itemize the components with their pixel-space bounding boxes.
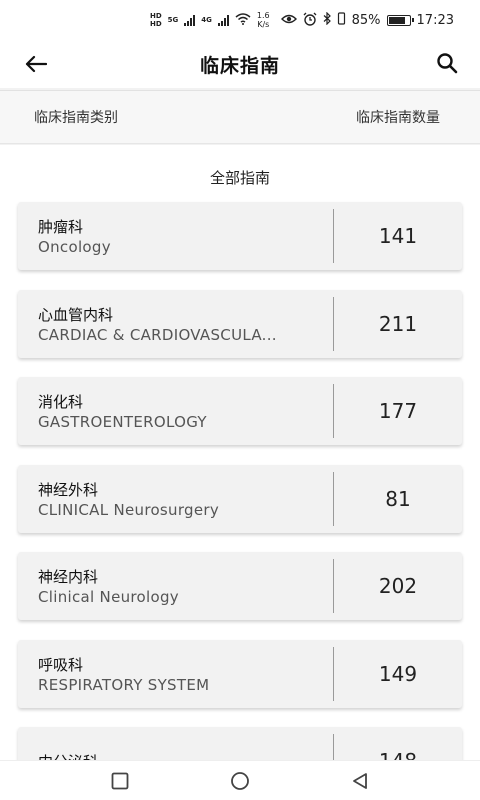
category-count: 148: [334, 749, 462, 760]
category-name-en: GASTROENTEROLOGY: [38, 413, 207, 431]
column-header: 临床指南类别 临床指南数量: [0, 90, 480, 144]
category-card-respiratory[interactable]: 呼吸科 RESPIRATORY SYSTEM 149: [18, 640, 462, 708]
search-icon: [437, 53, 458, 74]
circle-icon: [231, 771, 249, 790]
category-name-cn: 内分泌科: [38, 752, 333, 760]
category-name-en: RESPIRATORY SYSTEM: [38, 676, 210, 694]
battery-level: [388, 16, 405, 24]
category-names: 神经内科 Clinical Neurology: [18, 565, 333, 607]
status-bar: HD HD 5G 4G 1.6 K/s 85% 17:23: [0, 0, 480, 40]
category-name-en: CARDIAC & CARDIOVASCULA...: [38, 326, 277, 344]
clock: 17:23: [416, 12, 454, 28]
category-names: 呼吸科 RESPIRATORY SYSTEM: [18, 653, 333, 695]
recent-apps-button[interactable]: [100, 766, 140, 796]
category-names: 消化科 GASTROENTEROLOGY: [18, 390, 333, 432]
category-count: 202: [378, 574, 418, 598]
category-name-cn: 肿瘤科: [38, 218, 84, 236]
signal-icon: [184, 14, 196, 26]
battery-icon: [386, 14, 414, 26]
category-count: 211: [378, 312, 418, 336]
category-name-cn: 消化科: [38, 393, 84, 411]
category-name-cn: 心血管内科: [38, 306, 114, 324]
5g-label: 5G: [167, 16, 179, 24]
category-card-endocrinology[interactable]: 内分泌科 148: [18, 727, 462, 760]
signal-icon-2: [217, 14, 229, 26]
category-name-en: Oncology: [38, 238, 111, 256]
category-name-cn: 神经外科: [38, 481, 99, 499]
home-button[interactable]: [220, 766, 260, 796]
category-names: 心血管内科 CARDIAC & CARDIOVASCULA...: [18, 303, 333, 345]
search-button[interactable]: [432, 48, 462, 78]
section-title: 全部指南: [209, 169, 270, 187]
category-name-cn: 呼吸科: [38, 656, 84, 674]
category-name-en: Clinical Neurology: [38, 588, 179, 606]
category-name-en: CLINICAL Neurosurgery: [38, 501, 220, 519]
nav-back-button[interactable]: [340, 766, 380, 796]
triangle-back-icon: [353, 772, 367, 789]
category-names: 神经外科 CLINICAL Neurosurgery: [18, 478, 333, 520]
alarm-icon: [303, 12, 317, 29]
status-right: 85% 17:23: [280, 11, 454, 29]
category-count: 177: [378, 399, 418, 423]
battery-percent: 85%: [351, 12, 381, 28]
back-button[interactable]: [22, 50, 50, 78]
app-bar: 临床指南: [0, 40, 480, 88]
category-count: 141: [378, 224, 418, 248]
system-nav-bar: [0, 760, 480, 800]
wifi-icon: [235, 12, 251, 28]
screen: HD HD 5G 4G 1.6 K/s 85% 17:23 临床指南 临床指南类…: [0, 0, 480, 800]
vibrate-icon: [337, 12, 346, 28]
network-indicators: HD HD 5G 4G 1.6 K/s: [150, 11, 270, 29]
category-names: 内分泌科: [18, 750, 333, 760]
page-title: 临床指南: [199, 54, 280, 77]
category-card-oncology[interactable]: 肿瘤科 Oncology 141: [18, 202, 462, 270]
category-card-neurosurgery[interactable]: 神经外科 CLINICAL Neurosurgery 81: [18, 465, 462, 533]
eye-icon: [280, 13, 297, 28]
guideline-list[interactable]: 全部指南 肿瘤科 Oncology 141 心血管内科 CARDIAC & CA…: [0, 145, 480, 760]
hd-indicator: HD HD: [150, 12, 162, 28]
square-icon: [111, 772, 129, 789]
category-card-gastroenterology[interactable]: 消化科 GASTROENTEROLOGY 177: [18, 377, 462, 445]
network-speed: 1.6 K/s: [256, 11, 270, 29]
column-count-label: 临床指南数量: [356, 110, 440, 126]
4g-label: 4G: [201, 16, 212, 24]
category-count: 81: [385, 487, 411, 511]
category-card-cardiac[interactable]: 心血管内科 CARDIAC & CARDIOVASCULA... 211: [18, 290, 462, 358]
category-count: 149: [378, 662, 418, 686]
arrow-left-icon: [25, 55, 47, 73]
category-name-cn: 神经内科: [38, 568, 99, 586]
category-card-neurology[interactable]: 神经内科 Clinical Neurology 202: [18, 552, 462, 620]
column-category-label: 临床指南类别: [34, 110, 118, 126]
category-names: 肿瘤科 Oncology: [18, 215, 333, 257]
bluetooth-icon: [323, 11, 331, 28]
